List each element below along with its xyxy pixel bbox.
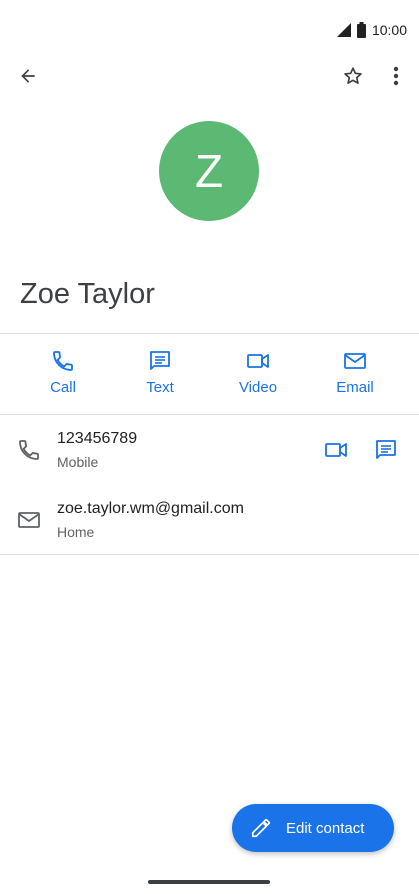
message-icon [150,351,170,370]
phone-row[interactable]: 123456789 Mobile [0,430,419,488]
status-time: 10:00 [371,22,407,38]
edit-pencil-icon [251,818,271,838]
star-outline-icon [344,67,362,84]
email-details: zoe.taylor.wm@gmail.com Home [57,500,244,540]
phone-icon [53,351,73,371]
text-action-button[interactable]: Text [120,349,200,396]
call-action-label: Call [50,379,76,396]
call-action-button[interactable]: Call [23,349,103,396]
phone-number: 123456789 [57,430,138,447]
message-icon [376,440,396,459]
send-message-button[interactable] [368,432,404,468]
email-address: zoe.taylor.wm@gmail.com [57,500,244,517]
text-action-label: Text [146,379,174,396]
more-options-button[interactable] [378,58,414,94]
divider [0,554,419,555]
arrow-back-icon [21,69,35,83]
email-action-label: Email [336,379,374,396]
email-type: Home [57,524,95,540]
phone-details: 123456789 Mobile [57,430,137,470]
video-action-label: Video [238,379,278,396]
gesture-nav-handle[interactable] [148,880,270,884]
favorite-button[interactable] [335,58,371,94]
video-action-button[interactable]: Video [218,349,298,396]
status-bar: 10:00 [0,0,419,60]
phone-type: Mobile [57,454,99,470]
video-call-button[interactable] [318,432,354,468]
edit-contact-label: Edit contact [286,819,365,837]
status-indicators: 10:00 [336,22,407,38]
video-icon [325,443,347,457]
email-row[interactable]: zoe.taylor.wm@gmail.com Home [0,500,419,550]
edit-contact-button[interactable]: Edit contact [232,804,394,852]
contact-name: Zoe Taylor [20,278,155,310]
divider [0,414,419,415]
video-icon [247,354,269,368]
battery-icon [356,22,366,38]
phone-icon [19,440,39,460]
signal-icon [336,23,351,37]
divider [0,333,419,334]
avatar-initial: Z [194,145,224,197]
email-icon [18,512,40,528]
email-action-button[interactable]: Email [315,349,395,396]
email-icon [344,353,366,369]
avatar: Z [159,121,259,221]
back-button[interactable] [10,58,46,94]
more-vert-icon [393,66,399,86]
